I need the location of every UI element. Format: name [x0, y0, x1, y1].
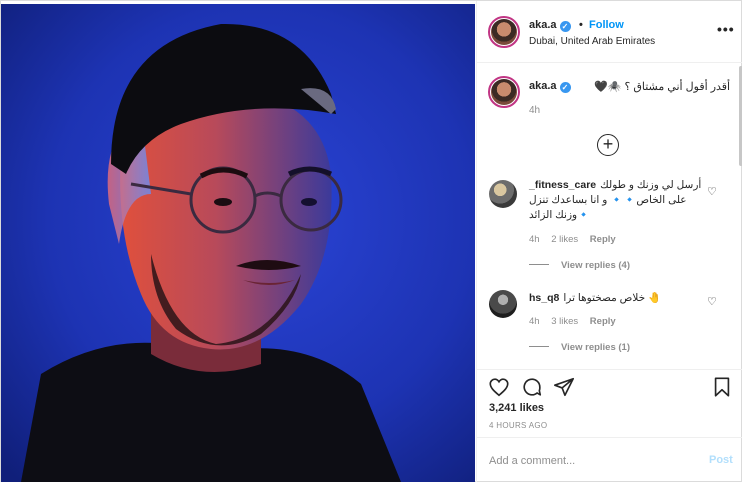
- instagram-post: aka.a ✓ • Follow Dubai, United Arab Emira…: [0, 0, 742, 482]
- add-comment-bar: Post: [477, 437, 742, 482]
- post-actions: 3,241 likes 4 HOURS AGO: [477, 369, 742, 437]
- comment-text: hs_q8 خلاص مصختوها ترا 🤚: [529, 291, 705, 306]
- caption-avatar[interactable]: [488, 76, 520, 108]
- post-timestamp[interactable]: 4 HOURS AGO: [489, 421, 547, 430]
- likes-count[interactable]: 3,241 likes: [489, 402, 544, 414]
- comment-reply-button[interactable]: Reply: [590, 234, 616, 245]
- comment-username[interactable]: _fitness_care: [529, 179, 596, 191]
- post-sidebar: aka.a ✓ • Follow Dubai, United Arab Emira…: [476, 1, 742, 482]
- comment-body: خلاص مصختوها ترا 🤚: [563, 292, 662, 304]
- more-options-icon[interactable]: •••: [717, 21, 735, 37]
- post-photo[interactable]: [1, 4, 475, 482]
- load-more-comments-button[interactable]: +: [597, 134, 619, 156]
- view-replies-button[interactable]: View replies (4): [529, 260, 630, 271]
- post-header: aka.a ✓ • Follow Dubai, United Arab Emira…: [477, 1, 742, 63]
- view-replies-label[interactable]: View replies (4): [561, 260, 630, 271]
- comment-avatar[interactable]: [489, 290, 517, 318]
- view-replies-line: [529, 346, 549, 347]
- comment-icon[interactable]: [521, 376, 543, 398]
- comment-username[interactable]: hs_q8: [529, 292, 559, 304]
- verified-badge-icon: ✓: [559, 82, 571, 93]
- caption-time[interactable]: 4h: [529, 105, 540, 116]
- comment-meta: 4h 3 likes Reply: [529, 316, 625, 327]
- location-link[interactable]: Dubai, United Arab Emirates: [529, 36, 655, 47]
- separator-dot: •: [579, 19, 583, 31]
- add-comment-input[interactable]: [489, 452, 689, 470]
- comment-like-heart-icon[interactable]: ♡: [707, 185, 717, 198]
- portrait-illustration: [1, 4, 475, 482]
- comment-reply-button[interactable]: Reply: [590, 316, 616, 327]
- comment-time[interactable]: 4h: [529, 316, 540, 327]
- caption-text: أقدر أقول أني مشتاق ؟ 🕷️🖤: [594, 81, 731, 93]
- view-replies-line: [529, 264, 549, 265]
- view-replies-label[interactable]: View replies (1): [561, 342, 630, 353]
- caption-username-text[interactable]: aka.a: [529, 80, 557, 92]
- follow-button[interactable]: Follow: [589, 19, 624, 31]
- username-text[interactable]: aka.a: [529, 19, 557, 31]
- comment-text: _fitness_care أرسل لي وزنك و طولك على الخ…: [529, 178, 705, 223]
- comment-time[interactable]: 4h: [529, 234, 540, 245]
- comment-like-heart-icon[interactable]: ♡: [707, 295, 717, 308]
- comments-section[interactable]: aka.a ✓ أقدر أقول أني مشتاق ؟ 🕷️🖤 4h + _f…: [477, 64, 742, 369]
- bookmark-icon[interactable]: [711, 376, 733, 398]
- comment-likes[interactable]: 2 likes: [551, 234, 578, 245]
- header-username[interactable]: aka.a ✓: [529, 19, 571, 32]
- verified-badge-icon: ✓: [559, 21, 571, 32]
- post-comment-button[interactable]: Post: [709, 454, 733, 466]
- heart-icon[interactable]: [488, 376, 510, 398]
- share-icon[interactable]: [553, 376, 575, 398]
- comment-avatar[interactable]: [489, 180, 517, 208]
- comment-likes[interactable]: 3 likes: [551, 316, 578, 327]
- header-avatar[interactable]: [488, 16, 520, 48]
- caption-username[interactable]: aka.a ✓: [529, 80, 571, 93]
- view-replies-button[interactable]: View replies (1): [529, 342, 630, 353]
- comment-meta: 4h 2 likes Reply: [529, 234, 625, 245]
